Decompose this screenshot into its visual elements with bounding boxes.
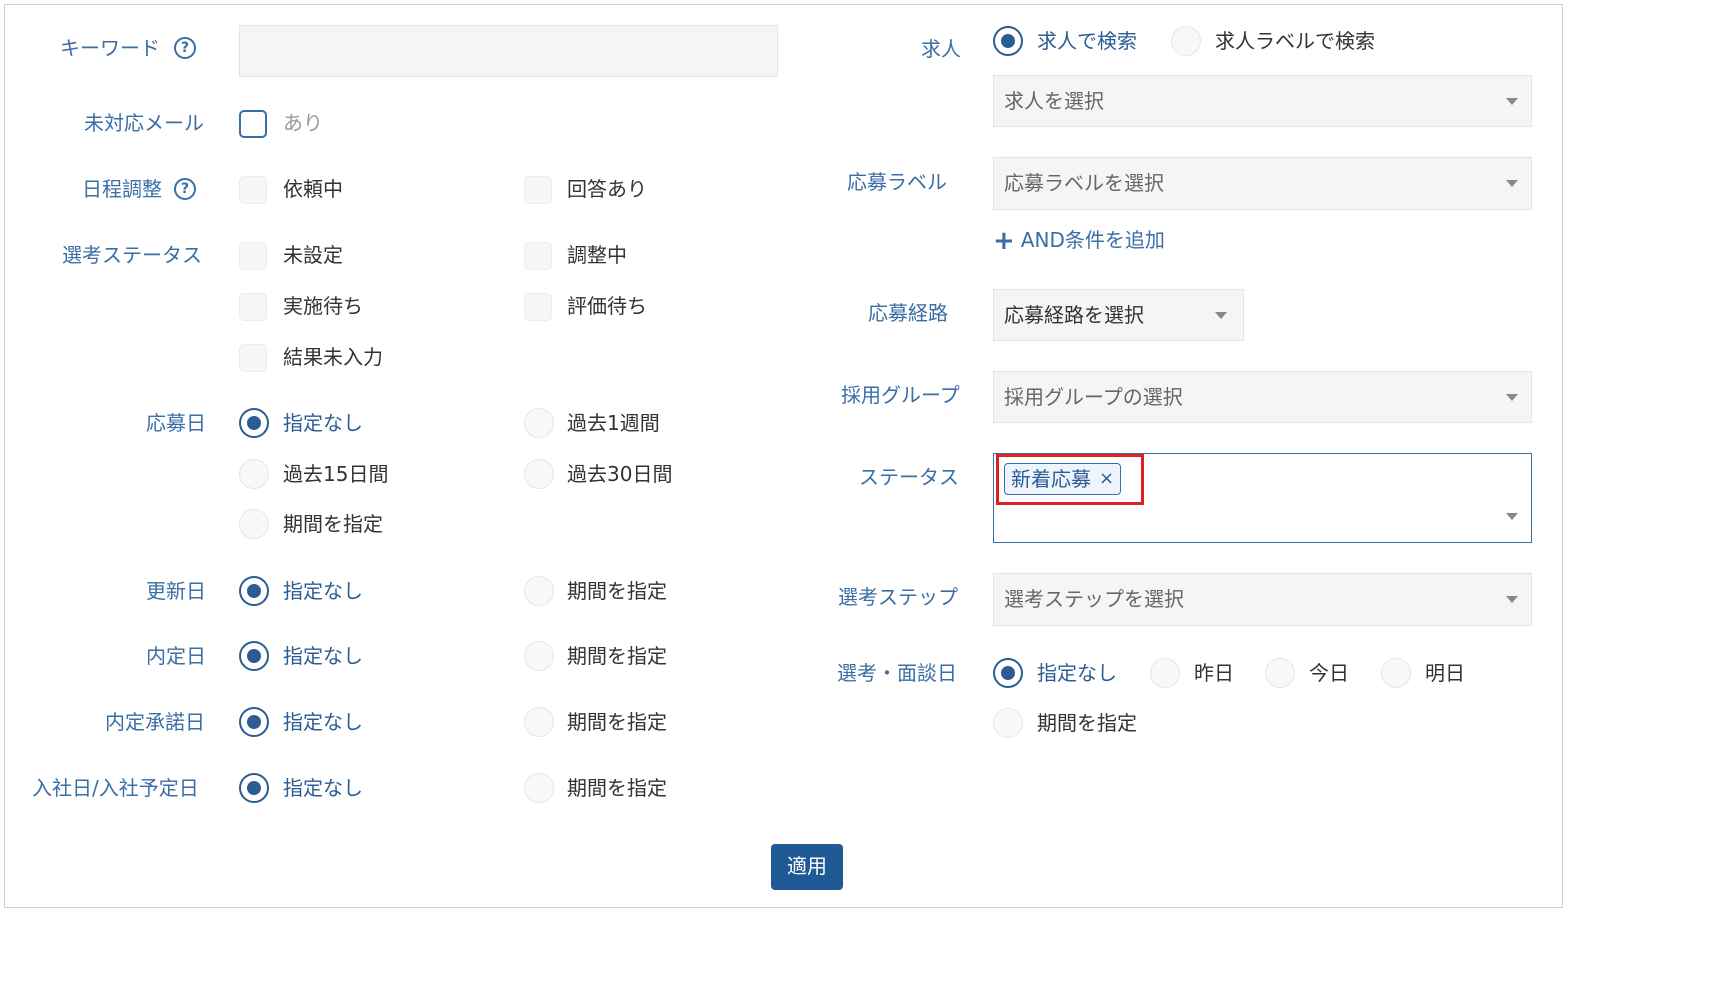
applied-date-1week-label: 過去1週間 — [567, 411, 660, 435]
updated-date-label: 更新日 — [146, 579, 206, 603]
selection-status-label: 選考ステータス — [62, 243, 202, 267]
interview-date-none-radio[interactable] — [993, 658, 1023, 688]
application-label-select[interactable]: 応募ラベルを選択 — [993, 157, 1532, 210]
schedule-answered-label: 回答あり — [567, 177, 647, 201]
offer-accept-date-none-label: 指定なし — [283, 710, 363, 734]
status-waiting-eval-checkbox[interactable] — [524, 293, 552, 321]
add-and-condition-link[interactable]: + AND条件を追加 — [993, 226, 1165, 256]
chevron-down-icon — [1506, 513, 1518, 520]
interview-date-today-label: 今日 — [1309, 661, 1349, 685]
updated-date-none-label: 指定なし — [283, 579, 363, 603]
selection-step-label: 選考ステップ — [838, 585, 958, 609]
applied-date-30days-label: 過去30日間 — [567, 462, 673, 486]
join-date-range-label: 期間を指定 — [567, 776, 667, 800]
application-route-placeholder: 応募経路を選択 — [1004, 303, 1144, 327]
interview-date-yesterday-label: 昨日 — [1194, 661, 1234, 685]
hiring-group-select[interactable]: 採用グループの選択 — [993, 371, 1532, 423]
join-date-none-radio[interactable] — [239, 773, 269, 803]
keyword-help-icon[interactable]: ? — [174, 37, 196, 59]
status-unset-label: 未設定 — [283, 243, 343, 267]
chevron-down-icon — [1506, 180, 1518, 187]
status-waiting-exec-checkbox[interactable] — [239, 293, 267, 321]
schedule-requesting-checkbox[interactable] — [239, 176, 267, 204]
chevron-down-icon — [1506, 596, 1518, 603]
interview-date-tomorrow-label: 明日 — [1425, 661, 1465, 685]
offer-date-range-label: 期間を指定 — [567, 644, 667, 668]
search-by-job-radio[interactable] — [993, 26, 1023, 56]
offer-accept-date-range-radio[interactable] — [524, 707, 554, 737]
applied-date-1week-radio[interactable] — [524, 408, 554, 438]
status-unset-checkbox[interactable] — [239, 242, 267, 270]
unanswered-mail-label: 未対応メール — [84, 111, 204, 135]
chevron-down-icon — [1506, 394, 1518, 401]
selection-step-placeholder: 選考ステップを選択 — [1004, 587, 1184, 611]
apply-button[interactable]: 適用 — [771, 844, 843, 890]
status-label: ステータス — [859, 465, 959, 489]
join-date-none-label: 指定なし — [283, 776, 363, 800]
search-by-job-label-label: 求人ラベルで検索 — [1215, 29, 1375, 53]
offer-date-none-label: 指定なし — [283, 644, 363, 668]
keyword-input[interactable] — [239, 25, 778, 77]
selection-step-select[interactable]: 選考ステップを選択 — [993, 573, 1532, 626]
job-label: 求人 — [921, 37, 961, 61]
add-and-condition-text: AND条件を追加 — [1020, 228, 1165, 252]
offer-date-range-radio[interactable] — [524, 641, 554, 671]
updated-date-range-radio[interactable] — [524, 576, 554, 606]
applied-date-15days-label: 過去15日間 — [283, 462, 389, 486]
hiring-group-label: 採用グループ — [841, 383, 960, 407]
plus-icon: + — [993, 226, 1015, 256]
application-route-label: 応募経路 — [868, 301, 948, 325]
status-adjusting-checkbox[interactable] — [524, 242, 552, 270]
highlight-box — [996, 454, 1144, 505]
application-label-label: 応募ラベル — [847, 170, 947, 194]
interview-date-label: 選考・面談日 — [837, 661, 957, 685]
join-date-label: 入社日/入社予定日 — [32, 776, 199, 800]
chevron-down-icon — [1215, 312, 1227, 319]
applied-date-none-label: 指定なし — [283, 411, 363, 435]
status-waiting-eval-label: 評価待ち — [567, 294, 647, 318]
application-label-placeholder: 応募ラベルを選択 — [1004, 171, 1164, 195]
applied-date-range-label: 期間を指定 — [283, 512, 383, 536]
join-date-range-radio[interactable] — [524, 773, 554, 803]
applied-date-none-radio[interactable] — [239, 408, 269, 438]
applied-date-15days-radio[interactable] — [239, 459, 269, 489]
job-select[interactable]: 求人を選択 — [993, 75, 1532, 127]
updated-date-none-radio[interactable] — [239, 576, 269, 606]
applied-date-label: 応募日 — [146, 411, 206, 435]
schedule-label: 日程調整 — [82, 177, 162, 201]
offer-date-label: 内定日 — [146, 644, 206, 668]
interview-date-none-label: 指定なし — [1037, 661, 1117, 685]
interview-date-range-radio[interactable] — [993, 708, 1023, 738]
schedule-help-icon[interactable]: ? — [174, 178, 196, 200]
offer-accept-date-none-radio[interactable] — [239, 707, 269, 737]
updated-date-range-label: 期間を指定 — [567, 579, 667, 603]
status-waiting-exec-label: 実施待ち — [283, 294, 363, 318]
hiring-group-placeholder: 採用グループの選択 — [1004, 385, 1183, 409]
interview-date-today-radio[interactable] — [1265, 658, 1295, 688]
schedule-answered-checkbox[interactable] — [524, 176, 552, 204]
application-route-select[interactable]: 応募経路を選択 — [993, 289, 1244, 341]
offer-date-none-radio[interactable] — [239, 641, 269, 671]
job-select-placeholder: 求人を選択 — [1004, 89, 1104, 113]
search-by-job-label: 求人で検索 — [1037, 29, 1137, 53]
unanswered-mail-option: あり — [283, 111, 323, 135]
offer-accept-date-range-label: 期間を指定 — [567, 710, 667, 734]
schedule-requesting-label: 依頼中 — [283, 177, 343, 201]
keyword-label: キーワード — [60, 36, 160, 60]
offer-accept-date-label: 内定承諾日 — [105, 710, 205, 734]
status-result-missing-label: 結果未入力 — [283, 345, 383, 369]
chevron-down-icon — [1506, 98, 1518, 105]
interview-date-tomorrow-radio[interactable] — [1381, 658, 1411, 688]
search-by-job-label-radio[interactable] — [1171, 26, 1201, 56]
applied-date-30days-radio[interactable] — [524, 459, 554, 489]
status-adjusting-label: 調整中 — [567, 243, 627, 267]
applied-date-range-radio[interactable] — [239, 509, 269, 539]
status-result-missing-checkbox[interactable] — [239, 344, 267, 372]
interview-date-yesterday-radio[interactable] — [1150, 658, 1180, 688]
unanswered-mail-checkbox[interactable] — [239, 110, 267, 138]
interview-date-range-label: 期間を指定 — [1037, 711, 1137, 735]
